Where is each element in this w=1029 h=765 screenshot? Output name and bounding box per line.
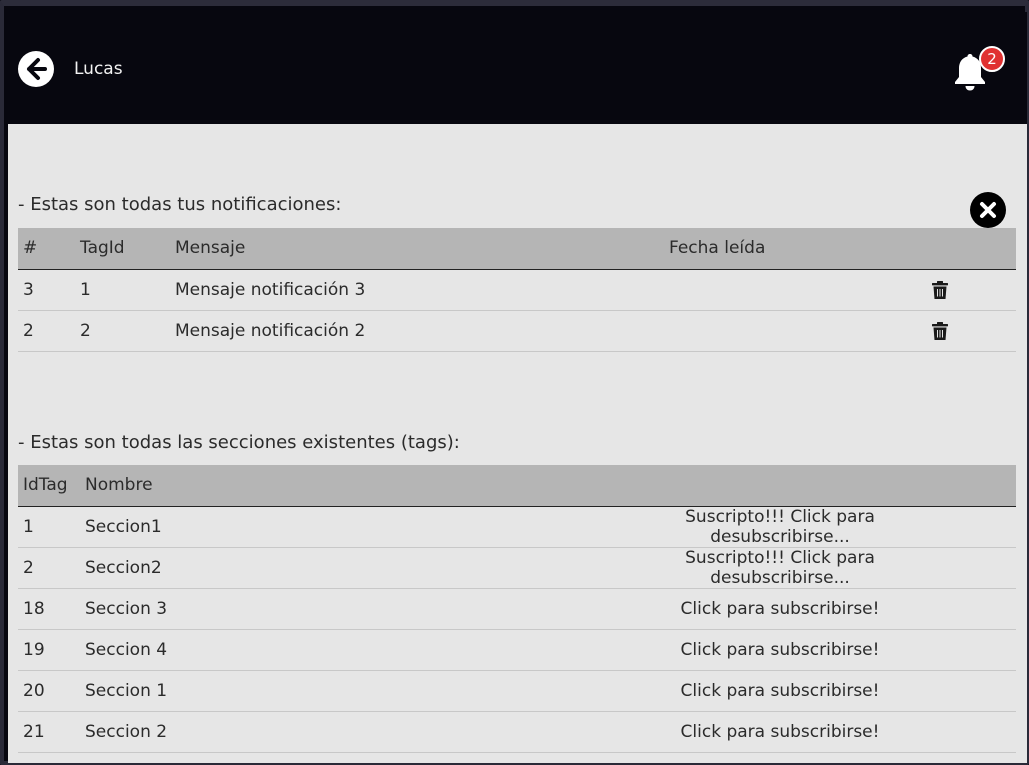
table-row: 3 1 Mensaje notificación 3 <box>18 269 1016 310</box>
cell-tag-id: 1 <box>23 516 34 537</box>
tags-table: IdTag Nombre 1 Seccion1 Suscripto!!! Cli… <box>18 465 1016 753</box>
column-header-message: Mensaje <box>170 228 664 270</box>
table-row: 2 2 Mensaje notificación 2 <box>18 310 1016 351</box>
subscribe-link[interactable]: Click para subscribirse! <box>620 599 940 619</box>
user-name: Lucas <box>74 59 123 79</box>
trash-icon[interactable] <box>932 321 948 340</box>
cell-tag-name: Seccion 4 <box>85 639 168 660</box>
cell-tag-name: Seccion 2 <box>85 721 168 742</box>
table-row: 21 Seccion 2 Click para subscribirse! <box>18 711 1016 752</box>
cell-tag-id: 21 <box>23 721 45 742</box>
cell-tag-name: Seccion2 <box>85 557 162 578</box>
arrow-left-icon <box>27 58 47 80</box>
column-header-subscription <box>620 465 1016 507</box>
cell-tag-id: 19 <box>23 639 45 660</box>
cell-actions <box>924 269 1016 310</box>
subscribe-link[interactable]: Click para subscribirse! <box>620 722 940 742</box>
cell-id: 2 <box>23 320 34 341</box>
table-row: 2 Seccion2 Suscripto!!! Click para desub… <box>18 547 1016 588</box>
cell-tag-id: 1 <box>80 279 91 300</box>
column-header-name: Nombre <box>80 465 620 507</box>
back-button[interactable] <box>18 51 54 87</box>
cell-subscription: Click para subscribirse! <box>620 629 1016 670</box>
cell-subscription: Click para subscribirse! <box>620 588 1016 629</box>
tags-title: - Estas son todas las secciones existent… <box>18 432 460 453</box>
cell-actions <box>924 310 1016 351</box>
close-button[interactable] <box>970 192 1006 228</box>
cell-subscription: Suscripto!!! Click para desubscribirse..… <box>620 506 1016 547</box>
cell-tag-name: Seccion1 <box>85 516 162 537</box>
close-icon <box>980 202 996 218</box>
column-header-id: # <box>18 228 75 270</box>
cell-id: 3 <box>23 279 34 300</box>
table-row: 18 Seccion 3 Click para subscribirse! <box>18 588 1016 629</box>
trash-icon[interactable] <box>932 280 948 299</box>
cell-subscription: Click para subscribirse! <box>620 670 1016 711</box>
subscribe-link[interactable]: Click para subscribirse! <box>620 640 940 660</box>
cell-tag-name: Seccion 3 <box>85 598 168 619</box>
subscribe-link[interactable]: Click para subscribirse! <box>620 681 940 701</box>
table-header-row: IdTag Nombre <box>18 465 1016 507</box>
cell-tag-name: Seccion 1 <box>85 680 168 701</box>
table-header-row: # TagId Mensaje Fecha leída <box>18 228 1016 270</box>
cell-message: Mensaje notificación 3 <box>175 279 366 300</box>
unsubscribe-link[interactable]: Suscripto!!! Click para desubscribirse..… <box>620 507 940 547</box>
cell-read-date <box>664 269 924 310</box>
cell-tag-id: 2 <box>23 557 34 578</box>
main-content: - Estas son todas tus notificaciones: # … <box>8 124 1027 763</box>
column-header-read-date: Fecha leída <box>664 228 924 270</box>
notifications-title: - Estas son todas tus notificaciones: <box>18 194 342 215</box>
top-bar: Lucas 2 <box>8 12 1027 124</box>
cell-message: Mensaje notificación 2 <box>175 320 366 341</box>
cell-subscription: Suscripto!!! Click para desubscribirse..… <box>620 547 1016 588</box>
cell-read-date <box>664 310 924 351</box>
table-row: 1 Seccion1 Suscripto!!! Click para desub… <box>18 506 1016 547</box>
cell-subscription: Click para subscribirse! <box>620 711 1016 752</box>
cell-tag-id: 2 <box>80 320 91 341</box>
cell-tag-id: 18 <box>23 598 45 619</box>
column-header-idtag: IdTag <box>18 465 80 507</box>
cell-tag-id: 20 <box>23 680 45 701</box>
table-row: 19 Seccion 4 Click para subscribirse! <box>18 629 1016 670</box>
app-window: Lucas 2 - Estas son todas tus notificaci… <box>0 0 1029 765</box>
notification-count-badge: 2 <box>979 46 1005 72</box>
table-row: 20 Seccion 1 Click para subscribirse! <box>18 670 1016 711</box>
column-header-actions <box>924 228 1016 270</box>
unsubscribe-link[interactable]: Suscripto!!! Click para desubscribirse..… <box>620 548 940 588</box>
column-header-tagid: TagId <box>75 228 170 270</box>
notifications-button[interactable]: 2 <box>952 46 1008 96</box>
notifications-table: # TagId Mensaje Fecha leída 3 1 Mensaje … <box>18 228 1016 352</box>
